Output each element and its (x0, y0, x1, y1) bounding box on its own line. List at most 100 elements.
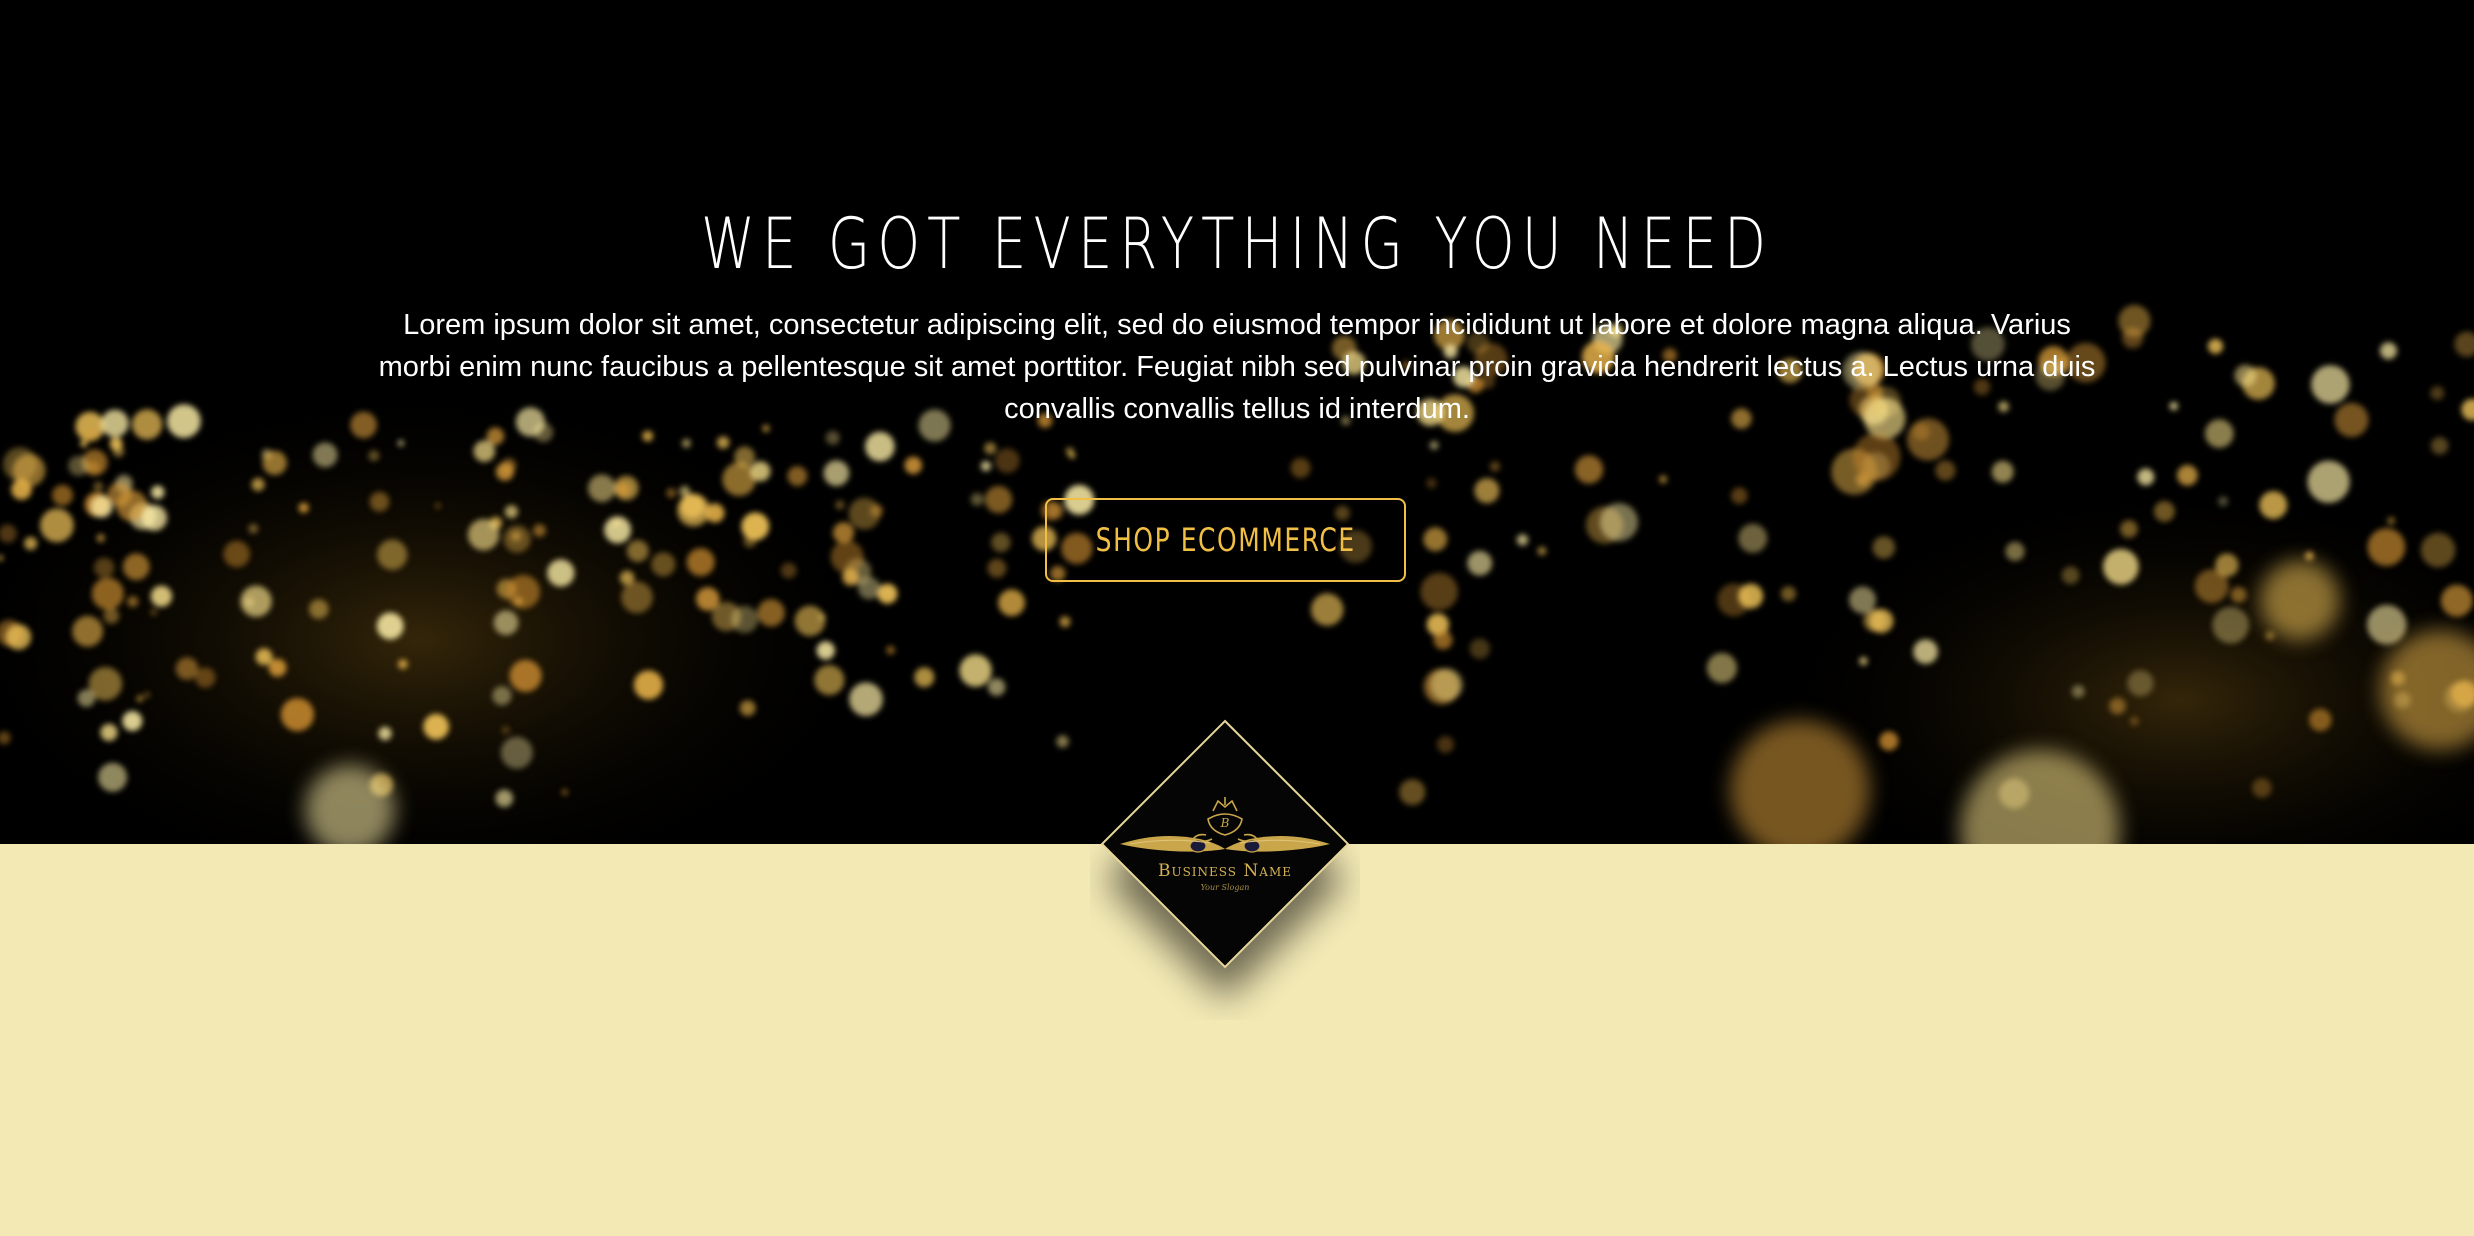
bokeh-light (1474, 478, 1500, 504)
bokeh-light (509, 659, 542, 693)
bokeh-light (503, 525, 531, 553)
bokeh-light (980, 460, 992, 472)
bokeh-light (80, 439, 88, 448)
bokeh-light (716, 436, 730, 449)
bokeh-light (1859, 656, 1868, 666)
bokeh-light (83, 427, 99, 443)
bokeh-light (467, 519, 500, 551)
bokeh-light (2169, 401, 2179, 411)
shop-ecommerce-label: SHOP ECOMMERCE (1095, 521, 1356, 559)
bokeh-light (1430, 668, 1464, 701)
bokeh-light (987, 678, 1006, 696)
bokeh-light (309, 599, 329, 619)
bokeh-light (787, 466, 808, 487)
bokeh-light (904, 456, 923, 475)
bokeh-light (2367, 528, 2406, 566)
bokeh-light (984, 442, 997, 455)
bokeh-light (2205, 419, 2234, 448)
bokeh-light (398, 659, 408, 670)
bokeh-light (616, 482, 631, 497)
bokeh-light (1991, 460, 2014, 483)
bokeh-light (666, 488, 677, 498)
bokeh-light (93, 481, 104, 492)
bokeh-light (495, 789, 514, 808)
shop-ecommerce-button[interactable]: SHOP ECOMMERCE (1045, 498, 1406, 582)
bokeh-light (127, 596, 139, 608)
bokeh-light (151, 485, 165, 499)
bokeh-light (248, 523, 259, 534)
bokeh-light (2103, 548, 2139, 585)
bokeh-light (1849, 586, 1876, 614)
bokeh-light (959, 654, 992, 687)
bokeh-light (633, 670, 664, 700)
bokeh-light (1433, 630, 1453, 650)
bokeh-light (780, 562, 797, 579)
bokeh-light (2177, 464, 2198, 486)
bokeh-light (1426, 477, 1437, 489)
bokeh-light (2071, 685, 2085, 698)
bokeh-light (2309, 708, 2332, 732)
bokeh-light (2127, 670, 2154, 697)
bokeh-light (832, 522, 855, 544)
bokeh-light (2307, 460, 2350, 503)
bokeh-light (2153, 500, 2175, 522)
bokeh-light (369, 491, 390, 512)
bokeh-light (1469, 638, 1491, 659)
bokeh-light (816, 641, 835, 660)
bokeh-light (2311, 365, 2350, 404)
bokeh-light (823, 460, 850, 487)
bokeh-light (1310, 593, 1344, 626)
bokeh-light (495, 462, 514, 481)
bokeh-light (680, 493, 705, 519)
bokeh-light (298, 502, 309, 513)
bokeh-light (131, 409, 163, 440)
bokeh-light (865, 431, 895, 462)
bokeh-light (262, 450, 287, 476)
bokeh-light (473, 440, 496, 463)
bokeh-light (2252, 778, 2272, 798)
bokeh-light (167, 404, 201, 438)
bokeh-light (1706, 652, 1737, 684)
bokeh-light (280, 698, 314, 732)
bokeh-light (377, 539, 408, 570)
bokeh-light (984, 485, 1013, 514)
bokeh-light (40, 508, 74, 543)
bokeh-light (2234, 364, 2257, 387)
bokeh-light (642, 430, 654, 442)
bokeh-light (2454, 331, 2474, 357)
bokeh-light (52, 484, 73, 506)
svg-text:B: B (1220, 816, 1230, 830)
bokeh-light (5, 624, 32, 650)
bokeh-light (681, 438, 691, 448)
bokeh-light (1869, 608, 1894, 634)
bokeh-light (2215, 553, 2239, 577)
bokeh-light (757, 599, 785, 627)
bokeh-light (492, 686, 512, 706)
bokeh-light (1429, 440, 1439, 450)
bokeh-light (794, 605, 826, 637)
bokeh-light (72, 615, 103, 647)
bokeh-light (2122, 327, 2144, 349)
bokeh-light (2305, 551, 2314, 561)
bokeh-light (223, 540, 250, 568)
bokeh-light (141, 505, 168, 531)
bokeh-light (1780, 586, 1796, 602)
bokeh-light (244, 597, 254, 607)
hero-section: WE GOT EVERYTHING YOU NEED Lorem ipsum d… (0, 0, 2474, 844)
bokeh-light (150, 585, 173, 607)
bokeh-light (731, 605, 759, 634)
bokeh-light (144, 691, 150, 698)
bokeh-light (1731, 487, 1748, 505)
bokeh-light (101, 409, 129, 438)
bokeh-light (1290, 458, 1311, 478)
bokeh-light (1423, 527, 1448, 552)
bokeh-light (397, 439, 405, 447)
bokeh-light (686, 548, 715, 577)
bokeh-light (68, 455, 89, 476)
bokeh-light (195, 667, 216, 688)
bokeh-light (423, 713, 450, 740)
bokeh-light (849, 682, 883, 717)
bokeh-light (1467, 550, 1493, 576)
bokeh-light (434, 502, 441, 509)
bokeh-light (1399, 779, 1426, 806)
